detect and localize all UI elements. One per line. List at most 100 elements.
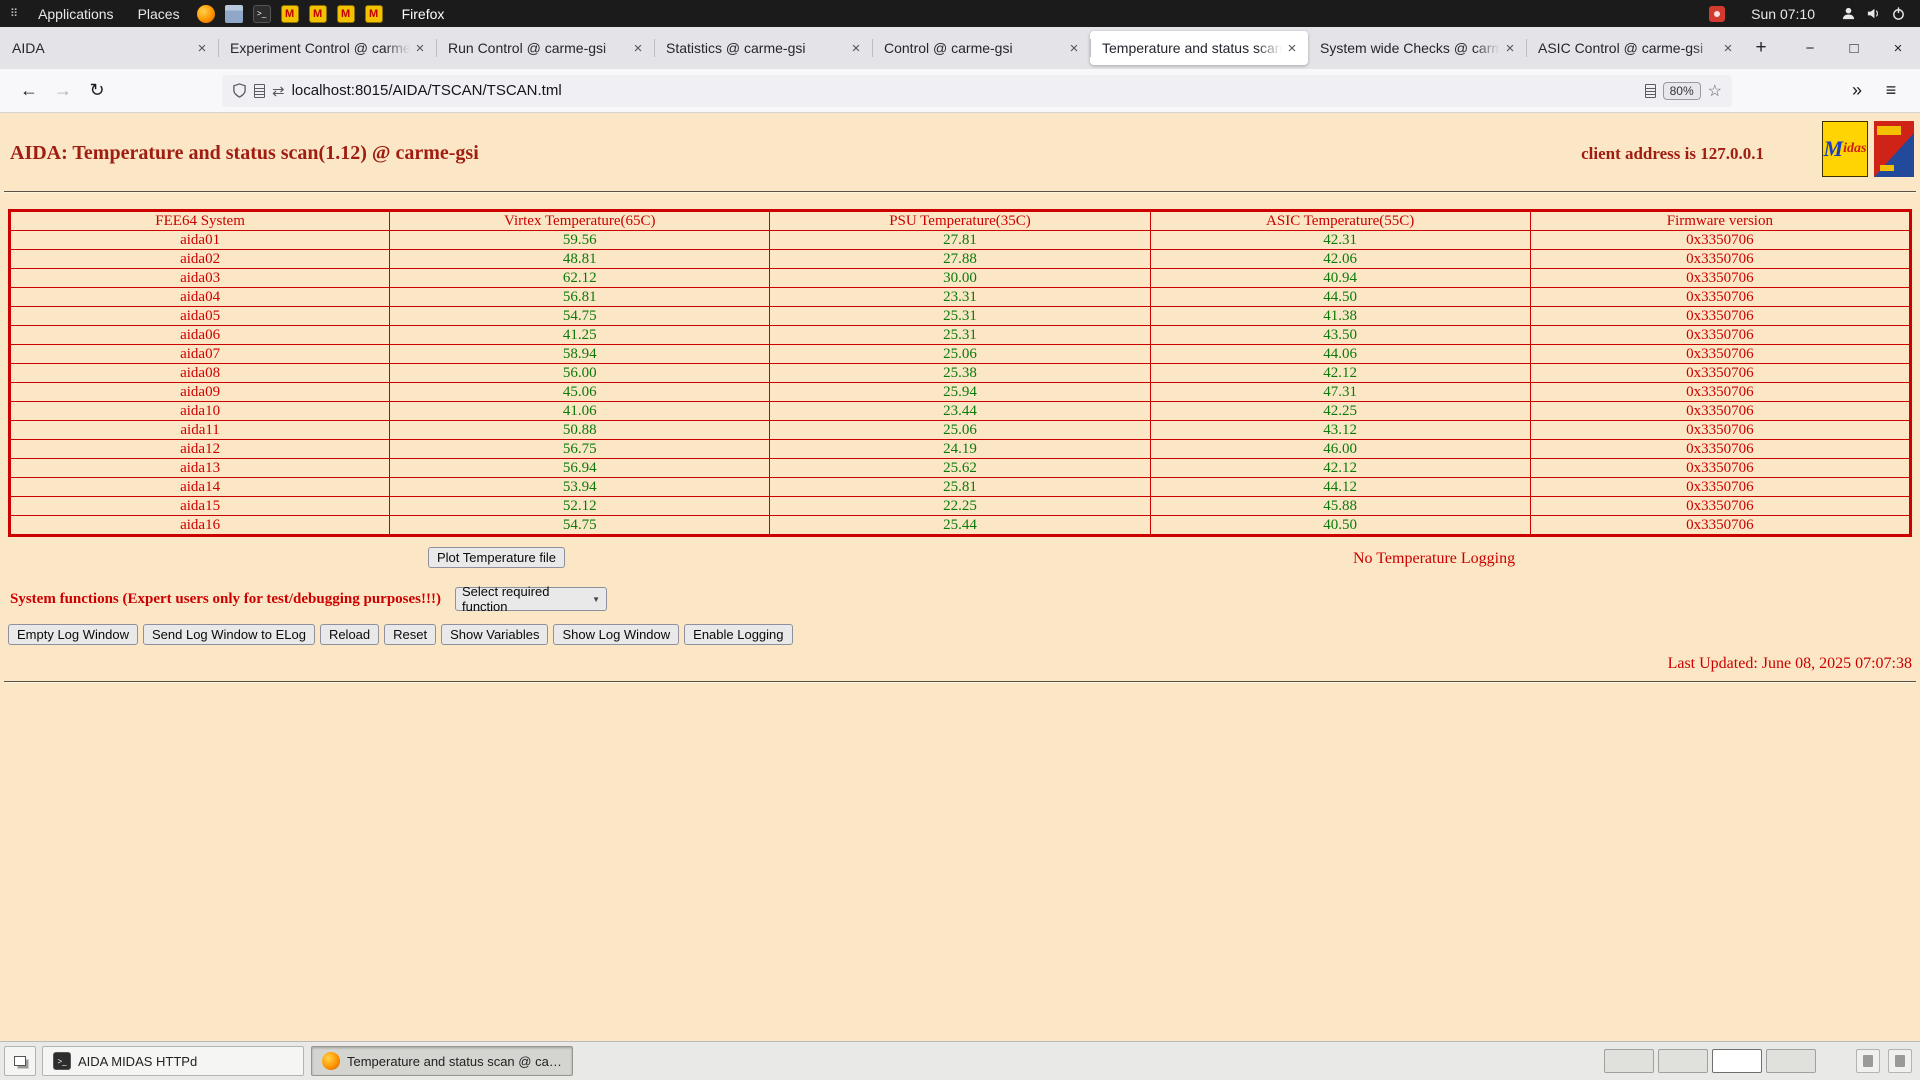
function-select[interactable]: Select required function ▼ xyxy=(454,584,607,614)
taskbar: >_ AIDA MIDAS HTTPd Temperature and stat… xyxy=(0,1041,1920,1080)
workspace-2[interactable] xyxy=(1658,1049,1708,1073)
new-tab-button[interactable]: + xyxy=(1744,31,1778,65)
system-status-icons[interactable] xyxy=(1827,6,1920,21)
window-minimize-button[interactable]: − xyxy=(1788,27,1832,69)
site-info-icon[interactable] xyxy=(254,83,265,98)
psu-temp-cell: 24.19 xyxy=(769,439,1151,459)
firmware-cell: 0x3350706 xyxy=(1529,268,1912,288)
action-button[interactable]: Reload xyxy=(319,624,380,645)
tracking-shield-icon[interactable] xyxy=(232,83,247,98)
applications-menu[interactable]: Applications xyxy=(26,0,126,27)
firefox-icon xyxy=(322,1052,340,1070)
chevron-down-icon: ▼ xyxy=(592,594,600,604)
reload-button[interactable]: ↻ xyxy=(80,75,114,107)
workspace-switcher-button[interactable] xyxy=(4,1046,36,1076)
virtex-temp-cell: 56.81 xyxy=(389,287,771,307)
midas-launcher-icon-3[interactable]: M xyxy=(336,4,355,23)
tab-close-icon[interactable]: × xyxy=(192,38,212,58)
desktop-glyph xyxy=(1895,1055,1905,1067)
places-menu[interactable]: Places xyxy=(126,0,192,27)
zoom-level-badge[interactable]: 80% xyxy=(1662,81,1701,100)
overflow-menu-icon[interactable]: » xyxy=(1840,75,1874,107)
volume-icon xyxy=(1867,8,1878,19)
virtex-temp-cell: 45.06 xyxy=(389,382,771,402)
window-close-button[interactable]: × xyxy=(1876,27,1920,69)
table-row: aida16 54.75 25.44 40.50 0x3350706 xyxy=(8,515,1912,536)
midas-launcher-icon-1[interactable]: M xyxy=(280,4,299,23)
page-content: AIDA: Temperature and status scan(1.12) … xyxy=(0,113,1920,1041)
tab-system-checks[interactable]: System wide Checks @ carme-gsi × xyxy=(1308,31,1526,65)
psu-temp-cell: 25.38 xyxy=(769,363,1151,383)
tab-close-icon[interactable]: × xyxy=(1500,38,1520,58)
tab-close-icon[interactable]: × xyxy=(846,38,866,58)
back-button[interactable]: ← xyxy=(12,75,46,107)
action-button[interactable]: Enable Logging xyxy=(684,624,793,645)
fee64-name-cell: aida15 xyxy=(8,496,391,516)
table-body: aida01 59.56 27.81 42.31 0x3350706 aida0… xyxy=(8,230,1912,536)
terminal-launcher-icon[interactable]: >_ xyxy=(252,4,271,23)
asic-temp-cell: 44.06 xyxy=(1149,344,1531,364)
fee64-name-cell: aida12 xyxy=(8,439,391,459)
tab-control[interactable]: Control @ carme-gsi × xyxy=(872,31,1090,65)
psu-temp-cell: 22.25 xyxy=(769,496,1151,516)
tab-close-icon[interactable]: × xyxy=(628,38,648,58)
asic-temp-cell: 40.50 xyxy=(1149,515,1531,536)
tab-close-icon[interactable]: × xyxy=(1064,38,1084,58)
tab-run-control[interactable]: Run Control @ carme-gsi × xyxy=(436,31,654,65)
plot-temperature-button[interactable]: Plot Temperature file xyxy=(428,547,565,568)
url-bar[interactable]: ⇄ localhost:8015/AIDA/TSCAN/TSCAN.tml 80… xyxy=(222,74,1732,107)
tab-title: Control @ carme-gsi xyxy=(884,40,1013,56)
recording-indicator-icon[interactable] xyxy=(1709,5,1726,22)
taskbar-tray-icon[interactable] xyxy=(1856,1049,1880,1073)
action-button[interactable]: Empty Log Window xyxy=(8,624,138,645)
menu-grid-icon: ⠿ xyxy=(10,8,19,20)
tab-aida[interactable]: AIDA × xyxy=(0,31,218,65)
last-updated-text: Last Updated: June 08, 2025 07:07:38 xyxy=(1667,655,1912,672)
reader-mode-icon[interactable] xyxy=(1644,83,1656,98)
tab-close-icon[interactable]: × xyxy=(1718,38,1738,58)
fee64-name-cell: aida05 xyxy=(8,306,391,326)
forward-button[interactable]: → xyxy=(46,75,80,107)
table-row: aida11 50.88 25.06 43.12 0x3350706 xyxy=(8,420,1912,440)
action-button[interactable]: Show Log Window xyxy=(553,624,680,645)
action-button[interactable]: Send Log Window to ELog xyxy=(143,624,315,645)
action-button[interactable]: Reset xyxy=(384,624,437,645)
show-desktop-button[interactable] xyxy=(1888,1049,1912,1073)
action-button[interactable]: Show Variables xyxy=(441,624,549,645)
clock[interactable]: Sun 07:10 xyxy=(1739,6,1827,22)
midas-launcher-icon-4[interactable]: M xyxy=(364,4,383,23)
permissions-icon[interactable]: ⇄ xyxy=(272,82,285,100)
taskbar-item-httpd[interactable]: >_ AIDA MIDAS HTTPd xyxy=(42,1046,304,1076)
divider-bottom xyxy=(4,681,1916,683)
url-text[interactable]: localhost:8015/AIDA/TSCAN/TSCAN.tml xyxy=(292,82,1638,99)
tab-title: ASIC Control @ carme-gsi xyxy=(1538,40,1704,56)
tab-close-icon[interactable]: × xyxy=(410,38,430,58)
asic-temp-cell: 46.00 xyxy=(1149,439,1531,459)
tab-close-icon[interactable]: × xyxy=(1282,38,1302,58)
window-maximize-button[interactable]: □ xyxy=(1832,27,1876,69)
tab-temperature-scan[interactable]: Temperature and status scan @ carme-gsi … xyxy=(1090,31,1308,65)
asic-temp-cell: 44.12 xyxy=(1149,477,1531,497)
virtex-temp-cell: 48.81 xyxy=(389,249,771,269)
firmware-cell: 0x3350706 xyxy=(1529,344,1912,364)
col-header-virtex: Virtex Temperature(65C) xyxy=(389,210,771,231)
workspace-3-active[interactable] xyxy=(1712,1049,1762,1073)
firmware-cell: 0x3350706 xyxy=(1529,287,1912,307)
col-header-fee64: FEE64 System xyxy=(8,210,391,231)
virtex-temp-cell: 59.56 xyxy=(389,230,771,250)
tab-asic-control[interactable]: ASIC Control @ carme-gsi × xyxy=(1526,31,1744,65)
midas-launcher-icon-2[interactable]: M xyxy=(308,4,327,23)
table-header-row: FEE64 System Virtex Temperature(65C) PSU… xyxy=(8,210,1912,231)
workspace-4[interactable] xyxy=(1766,1049,1816,1073)
files-launcher-icon[interactable] xyxy=(224,4,243,23)
tab-statistics[interactable]: Statistics @ carme-gsi × xyxy=(654,31,872,65)
workspace-1[interactable] xyxy=(1604,1049,1654,1073)
page-header: AIDA: Temperature and status scan(1.12) … xyxy=(0,113,1920,177)
fee64-name-cell: aida10 xyxy=(8,401,391,421)
bookmark-star-icon[interactable]: ☆ xyxy=(1708,81,1722,101)
virtex-temp-cell: 41.06 xyxy=(389,401,771,421)
tab-experiment-control[interactable]: Experiment Control @ carme-gsi × xyxy=(218,31,436,65)
firefox-launcher-icon[interactable] xyxy=(196,4,215,23)
taskbar-item-firefox[interactable]: Temperature and status scan @ car... xyxy=(311,1046,573,1076)
hamburger-menu-icon[interactable]: ≡ xyxy=(1874,75,1908,107)
